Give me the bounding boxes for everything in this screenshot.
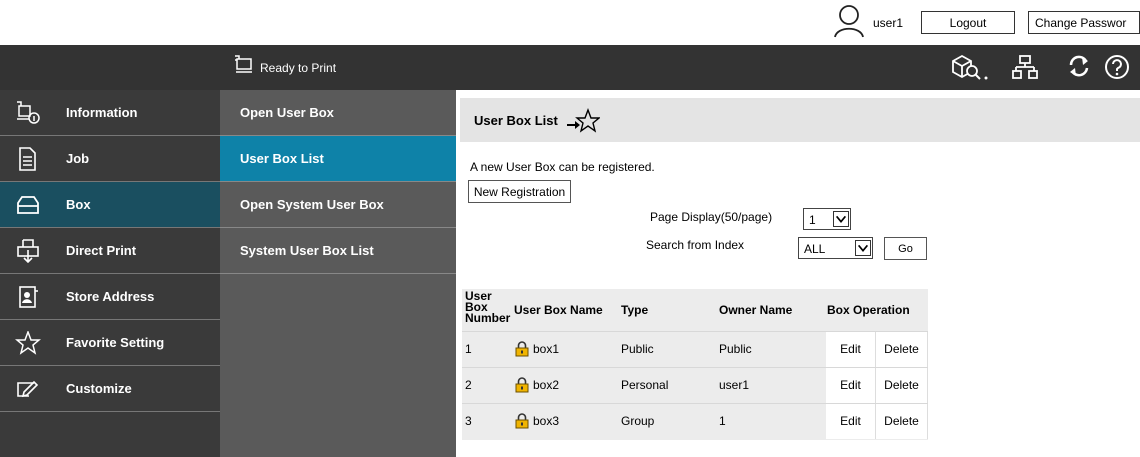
user-name: user1	[873, 16, 904, 30]
refresh-icon[interactable]	[1066, 53, 1092, 81]
index-select[interactable]: ALL	[798, 237, 873, 259]
box-type: Personal	[621, 378, 669, 392]
star-icon	[15, 331, 41, 355]
nav-label: Job	[66, 151, 90, 166]
go-button[interactable]: Go	[884, 237, 927, 260]
page-select[interactable]: 1	[803, 208, 851, 230]
lock-icon	[515, 377, 529, 393]
box-number: 2	[465, 378, 472, 392]
add-favorite-icon[interactable]	[566, 108, 600, 134]
page-display-label: Page Display(50/page)	[650, 210, 773, 224]
new-registration-button[interactable]: New Registration	[468, 180, 571, 203]
nav-label: Favorite Setting	[66, 335, 165, 350]
user-box-table: User Box Number User Box Name Type Owner…	[462, 289, 928, 440]
index-select-value: ALL	[804, 242, 826, 256]
nav-label: Customize	[66, 381, 132, 396]
column-header-number: User Box Number	[465, 290, 511, 333]
search-index-label: Search from Index	[646, 238, 745, 252]
owner-name: 1	[719, 414, 726, 428]
subnav-label: System User Box List	[240, 243, 374, 258]
nav-label: Information	[66, 105, 138, 120]
nav-item-customize[interactable]: Customize	[0, 366, 220, 412]
table-row: 3 box3 Group 1 Edit Delete	[462, 403, 928, 439]
nav-item-information[interactable]: Information	[0, 90, 220, 136]
delete-button[interactable]: Delete	[876, 368, 928, 403]
main-nav: Information Job Box Direct Print Store A…	[0, 90, 220, 457]
table-row: 2 box2 Personal user1 Edit Delete	[462, 367, 928, 403]
table-row: 1 box1 Public Public Edit Delete	[462, 331, 928, 367]
owner-name: user1	[719, 378, 750, 392]
page-header: User Box List	[460, 98, 1140, 142]
change-password-button[interactable]: Change Passwor	[1028, 11, 1140, 34]
sub-nav: Open User Box User Box List Open System …	[220, 90, 456, 457]
registration-message: A new User Box can be registered.	[470, 160, 655, 174]
edit-button[interactable]: Edit	[826, 368, 876, 403]
chevron-down-icon	[833, 211, 849, 227]
nav-item-direct-print[interactable]: Direct Print	[0, 228, 220, 274]
subnav-item-open-system-user-box[interactable]: Open System User Box	[220, 182, 456, 228]
printer-status-icon	[235, 55, 252, 73]
subnav-label: Open User Box	[240, 105, 334, 120]
logout-button[interactable]: Logout	[921, 11, 1015, 34]
nav-item-box[interactable]: Box	[0, 182, 220, 228]
subnav-item-system-user-box-list[interactable]: System User Box List	[220, 228, 456, 274]
owner-name: Public	[719, 342, 752, 356]
lock-icon	[515, 413, 529, 429]
delete-button[interactable]: Delete	[876, 332, 928, 367]
user-icon	[834, 5, 864, 38]
information-icon	[17, 101, 40, 124]
box-name: box3	[533, 414, 560, 428]
network-icon[interactable]	[1012, 53, 1038, 81]
subnav-label: User Box List	[240, 151, 324, 166]
box-type: Public	[621, 342, 654, 356]
box-icon	[17, 196, 39, 214]
help-icon[interactable]	[1103, 53, 1131, 81]
box-name: box1	[533, 342, 560, 356]
top-bar: user1 Logout Change Passwor	[0, 0, 1140, 45]
header-line: Number	[465, 311, 511, 325]
nav-item-favorite-setting[interactable]: Favorite Setting	[0, 320, 220, 366]
subnav-label: Open System User Box	[240, 197, 384, 212]
page-title: User Box List	[474, 113, 558, 128]
lock-icon	[515, 341, 529, 357]
page-select-value: 1	[809, 213, 816, 227]
search-device-icon[interactable]	[950, 53, 990, 83]
nav-label: Box	[66, 197, 91, 212]
nav-item-store-address[interactable]: Store Address	[0, 274, 220, 320]
subnav-item-open-user-box[interactable]: Open User Box	[220, 90, 456, 136]
nav-label: Store Address	[66, 289, 155, 304]
status-text: Ready to Print	[260, 61, 337, 75]
box-type: Group	[621, 414, 655, 428]
chevron-down-icon	[855, 240, 871, 256]
nav-label: Direct Print	[66, 243, 137, 258]
edit-button[interactable]: Edit	[826, 332, 876, 367]
job-icon	[19, 147, 36, 171]
edit-button[interactable]: Edit	[826, 404, 876, 439]
main-content: User Box List A new User Box can be regi…	[456, 90, 1140, 457]
box-number: 3	[465, 414, 472, 428]
subnav-item-user-box-list[interactable]: User Box List	[220, 136, 456, 182]
direct-print-icon	[17, 239, 39, 263]
store-address-icon	[19, 286, 38, 308]
box-number: 1	[465, 342, 472, 356]
box-name: box2	[533, 378, 560, 392]
delete-button[interactable]: Delete	[876, 404, 928, 439]
status-bar: Ready to Print	[0, 45, 1140, 90]
customize-icon	[17, 380, 39, 398]
nav-item-job[interactable]: Job	[0, 136, 220, 182]
